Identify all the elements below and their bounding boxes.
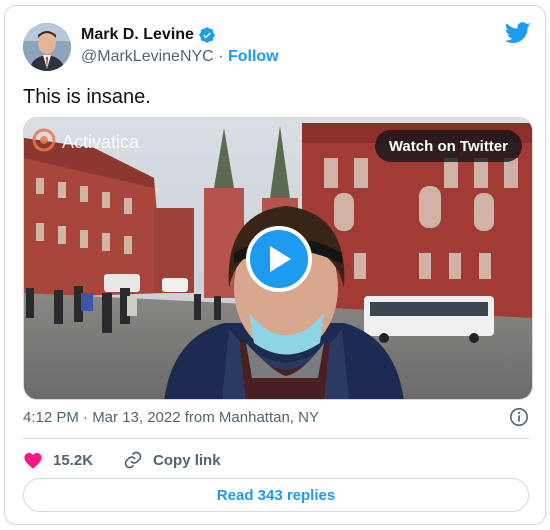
verified-badge-icon — [198, 26, 216, 44]
heart-icon — [24, 452, 42, 469]
read-replies-button[interactable]: Read 343 replies — [23, 478, 529, 512]
like-count: 15.2K — [53, 451, 94, 469]
handle-line: @MarkLevineNYC · Follow — [81, 48, 279, 66]
video-player[interactable]: Activatica Watch on Twitter — [23, 117, 533, 400]
copy-link-button[interactable]: Copy link — [123, 450, 221, 470]
like-button[interactable]: 15.2K — [23, 451, 93, 469]
play-button[interactable] — [246, 226, 312, 292]
follow-link[interactable]: Follow — [228, 48, 279, 65]
tweet-text: This is insane. — [23, 86, 151, 108]
author-handle[interactable]: @MarkLevineNYC — [81, 48, 214, 65]
tweet-timestamp[interactable]: 4:12 PM · Mar 13, 2022 from Manhattan, N… — [23, 409, 319, 426]
author-name[interactable]: Mark D. Levine — [81, 26, 194, 44]
watermark-text: Activatica — [62, 132, 140, 152]
author-name-row[interactable]: Mark D. Levine — [81, 26, 216, 44]
separator: · — [218, 48, 224, 65]
link-icon — [124, 451, 142, 469]
activatica-logo-icon — [32, 128, 56, 157]
twitter-bird-icon[interactable] — [504, 22, 531, 44]
copy-link-label: Copy link — [153, 451, 221, 469]
avatar[interactable] — [23, 23, 71, 71]
info-icon[interactable] — [509, 407, 529, 427]
watch-on-twitter-button[interactable]: Watch on Twitter — [374, 130, 522, 162]
activatica-watermark: Activatica — [32, 128, 139, 157]
divider — [23, 438, 529, 439]
play-icon — [270, 246, 291, 272]
action-bar: 15.2K Copy link — [23, 448, 221, 472]
tweet-card: Mark D. Levine @MarkLevineNYC · Follow T… — [4, 5, 546, 525]
